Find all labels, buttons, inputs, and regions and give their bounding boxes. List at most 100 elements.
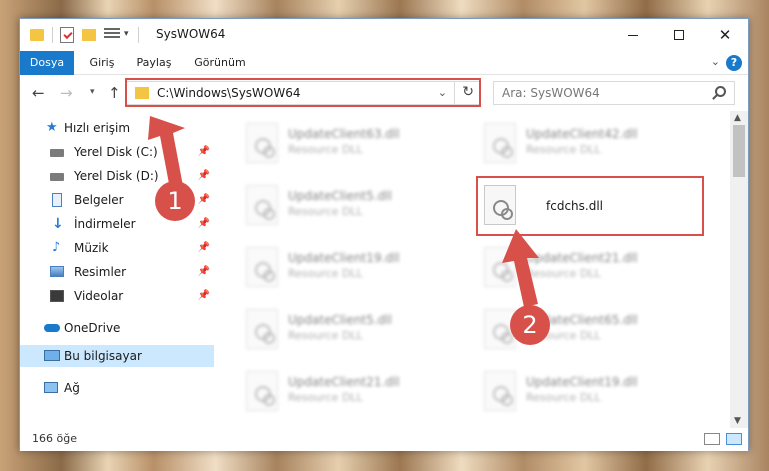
- address-path[interactable]: C:\Windows\SysWOW64: [157, 86, 301, 100]
- maximize-button[interactable]: [656, 19, 702, 51]
- vertical-scrollbar[interactable]: ▲ ▼: [730, 111, 748, 428]
- scroll-up-icon[interactable]: ▲: [734, 113, 741, 123]
- divider: [138, 27, 139, 43]
- recent-locations-icon[interactable]: ▾: [90, 87, 95, 97]
- sidebar-item-documents[interactable]: Belgeler 📌: [20, 189, 214, 211]
- sidebar-item-network[interactable]: Ağ: [20, 377, 214, 399]
- pin-icon[interactable]: 📌: [198, 285, 210, 307]
- tab-view[interactable]: Görünüm: [188, 51, 252, 75]
- scroll-down-icon[interactable]: ▼: [734, 416, 741, 426]
- pin-icon[interactable]: 📌: [198, 213, 210, 235]
- sidebar-item-onedrive[interactable]: OneDrive: [20, 317, 214, 339]
- dll-file-icon: [484, 123, 516, 163]
- tab-share[interactable]: Paylaş: [132, 51, 176, 75]
- pin-icon[interactable]: 📌: [198, 141, 210, 163]
- close-button[interactable]: ✕: [702, 19, 748, 51]
- file-name: UpdateClient65.dll: [526, 313, 638, 327]
- up-arrow-icon[interactable]: ↑: [108, 84, 121, 102]
- navigation-bar: ← → ▾ ↑ C:\Windows\SysWOW64 ⌄ ↻ Ara: Sys…: [20, 75, 748, 111]
- chevron-down-icon[interactable]: ⌄: [438, 86, 447, 99]
- navigation-pane: ★ Hızlı erişim Yerel Disk (C:) 📌 Yerel D…: [20, 111, 214, 428]
- item-count: 166 öğe: [32, 432, 77, 445]
- dll-file-icon: [246, 123, 278, 163]
- file-name: UpdateClient5.dll: [288, 189, 392, 203]
- sidebar-item-label: Yerel Disk (C:): [74, 145, 158, 159]
- sidebar-item-label: OneDrive: [64, 321, 121, 335]
- sidebar-item-videos[interactable]: Videolar 📌: [20, 285, 214, 307]
- file-item[interactable]: UpdateClient19.dll Resource DLL: [240, 245, 460, 303]
- sidebar-item-label: Bu bilgisayar: [64, 349, 142, 363]
- file-type: Resource DLL: [526, 391, 601, 404]
- music-icon: ♪: [52, 240, 61, 255]
- file-name: fcdchs.dll: [546, 199, 603, 213]
- file-type: Resource DLL: [526, 143, 601, 156]
- file-type: Resource DLL: [288, 329, 363, 342]
- chevron-down-icon[interactable]: ⌄: [711, 55, 720, 68]
- file-type: Resource DLL: [288, 205, 363, 218]
- dll-file-icon: [246, 247, 278, 287]
- pin-icon[interactable]: 📌: [198, 165, 210, 187]
- file-item[interactable]: UpdateClient63.dll Resource DLL: [240, 121, 460, 179]
- file-item[interactable]: UpdateClient65.dll Resource DLL: [478, 307, 698, 365]
- dll-file-icon: [246, 371, 278, 411]
- file-name: UpdateClient21.dll: [288, 375, 400, 389]
- tab-home[interactable]: Giriş: [82, 51, 122, 75]
- dll-file-icon: [484, 247, 516, 287]
- forward-arrow-icon[interactable]: →: [60, 84, 73, 102]
- search-icon[interactable]: [715, 86, 726, 97]
- sidebar-item-label: Ağ: [64, 381, 80, 395]
- title-bar: ▾ SysWOW64 ✕: [20, 19, 748, 51]
- file-item-fcdchs[interactable]: fcdchs.dll: [478, 183, 698, 241]
- pin-icon[interactable]: 📌: [198, 237, 210, 259]
- properties-icon[interactable]: [60, 27, 74, 43]
- minimize-button[interactable]: [610, 19, 656, 51]
- search-input[interactable]: Ara: SysWOW64: [493, 81, 735, 105]
- dll-file-icon: [484, 185, 516, 225]
- view-icon[interactable]: [104, 28, 120, 42]
- sidebar-item-local-disk-c[interactable]: Yerel Disk (C:) 📌: [20, 141, 214, 163]
- file-type: Resource DLL: [526, 267, 601, 280]
- dll-file-icon: [484, 309, 516, 349]
- drive-icon: [50, 149, 64, 157]
- help-icon[interactable]: ?: [726, 55, 742, 71]
- file-item[interactable]: UpdateClient5.dll Resource DLL: [240, 183, 460, 241]
- file-item[interactable]: UpdateClient5.dll Resource DLL: [240, 307, 460, 365]
- sidebar-item-music[interactable]: ♪ Müzik 📌: [20, 237, 214, 259]
- refresh-icon[interactable]: ↻: [462, 84, 474, 100]
- address-bar[interactable]: C:\Windows\SysWOW64 ⌄ ↻: [126, 81, 480, 105]
- file-name: UpdateClient42.dll: [526, 127, 638, 141]
- back-arrow-icon[interactable]: ←: [32, 84, 45, 102]
- file-name: UpdateClient21.dll: [526, 251, 638, 265]
- pin-icon[interactable]: 📌: [198, 189, 210, 211]
- explorer-window: ▾ SysWOW64 ✕ Dosya Giriş Paylaş Görünüm …: [19, 18, 749, 451]
- close-icon: ✕: [718, 26, 732, 44]
- scroll-thumb[interactable]: [733, 125, 745, 177]
- details-view-icon[interactable]: [704, 433, 720, 445]
- large-icons-view-icon[interactable]: [726, 433, 742, 445]
- ribbon: Dosya Giriş Paylaş Görünüm ⌄ ?: [20, 51, 748, 75]
- file-item[interactable]: UpdateClient21.dll Resource DLL: [478, 245, 698, 303]
- download-icon: ↓: [52, 216, 64, 232]
- sidebar-item-this-pc[interactable]: Bu bilgisayar: [20, 345, 214, 367]
- file-type: Resource DLL: [526, 329, 601, 342]
- chevron-down-icon[interactable]: ▾: [124, 29, 129, 45]
- sidebar-item-local-disk-d[interactable]: Yerel Disk (D:) 📌: [20, 165, 214, 187]
- folder-icon[interactable]: [30, 29, 44, 41]
- pin-icon[interactable]: 📌: [198, 261, 210, 283]
- sidebar-item-downloads[interactable]: ↓ İndirmeler 📌: [20, 213, 214, 235]
- file-item[interactable]: UpdateClient42.dll Resource DLL: [478, 121, 698, 179]
- search-placeholder: Ara: SysWOW64: [502, 86, 600, 100]
- computer-icon: [44, 350, 60, 361]
- new-folder-icon[interactable]: [82, 29, 96, 41]
- file-item[interactable]: UpdateClient21.dll Resource DLL: [240, 369, 460, 427]
- file-type: Resource DLL: [288, 143, 363, 156]
- onedrive-icon: [44, 324, 60, 332]
- videos-icon: [50, 290, 64, 302]
- sidebar-item-label: Hızlı erişim: [64, 121, 131, 135]
- dll-file-icon: [246, 185, 278, 225]
- sidebar-item-pictures[interactable]: Resimler 📌: [20, 261, 214, 283]
- file-name: UpdateClient5.dll: [288, 313, 392, 327]
- sidebar-item-quick-access[interactable]: ★ Hızlı erişim: [20, 117, 214, 139]
- file-item[interactable]: UpdateClient19.dll Resource DLL: [478, 369, 698, 427]
- tab-file[interactable]: Dosya: [20, 51, 74, 75]
